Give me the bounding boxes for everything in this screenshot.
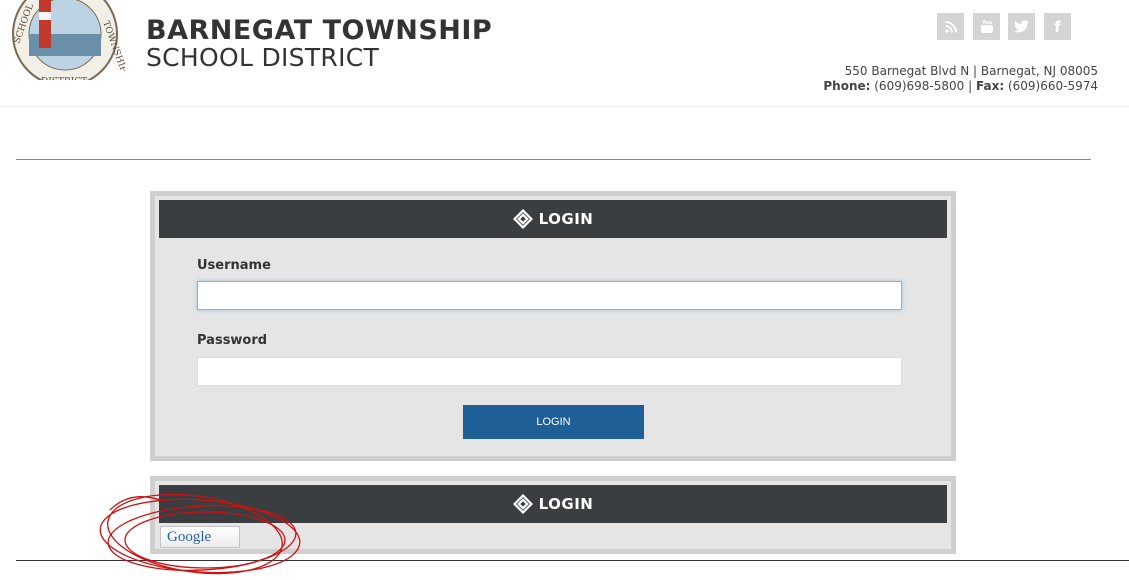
username-label: Username: [197, 258, 271, 273]
username-field[interactable]: [197, 281, 902, 310]
district-name-line1: BARNEGAT TOWNSHIP: [146, 15, 493, 46]
google-logo-text: Google: [167, 528, 212, 545]
content-divider-bottom: [16, 560, 1129, 561]
login-panel: LOGIN Username Password LOGIN: [150, 191, 956, 461]
district-seal-logo[interactable]: SCHOOL DISTRICT TOWNSHIP: [5, 0, 125, 80]
phone-number: (609)698-5800: [874, 79, 965, 93]
fax-number: (609)660-5974: [1007, 79, 1098, 93]
svg-text:DISTRICT: DISTRICT: [41, 77, 87, 80]
sso-panel-header: LOGIN: [159, 485, 947, 523]
facebook-icon[interactable]: f: [1044, 13, 1071, 40]
sso-panel-title: LOGIN: [538, 495, 594, 513]
phone-label: Phone:: [823, 79, 871, 93]
password-label: Password: [197, 333, 268, 348]
youtube-icon[interactable]: You: [973, 13, 1000, 40]
phone-fax-line: Phone: (609)698-5800 | Fax: (609)660-597…: [823, 79, 1098, 94]
login-button[interactable]: LOGIN: [463, 405, 644, 439]
sso-login-panel: LOGIN Google: [150, 476, 956, 554]
svg-text:You: You: [981, 20, 993, 26]
twitter-icon[interactable]: [1008, 13, 1035, 40]
login-logo-icon: [512, 494, 533, 514]
header-divider: [0, 106, 1129, 107]
site-header: SCHOOL DISTRICT TOWNSHIP BARNEGAT TOWNSH…: [0, 0, 1129, 106]
contact-info: 550 Barnegat Blvd N | Barnegat, NJ 08005…: [823, 64, 1098, 94]
fax-label: Fax:: [975, 79, 1005, 93]
login-panel-title: LOGIN: [538, 210, 594, 228]
password-field[interactable]: [197, 357, 902, 386]
separator: |: [968, 79, 976, 93]
rss-icon[interactable]: [937, 13, 964, 40]
google-login-button[interactable]: Google: [160, 526, 240, 548]
district-name-line2: SCHOOL DISTRICT: [146, 43, 380, 72]
login-panel-header: LOGIN: [159, 200, 947, 238]
address-line: 550 Barnegat Blvd N | Barnegat, NJ 08005: [844, 64, 1098, 78]
content-divider-top: [16, 159, 1091, 160]
login-logo-icon: [512, 209, 533, 229]
